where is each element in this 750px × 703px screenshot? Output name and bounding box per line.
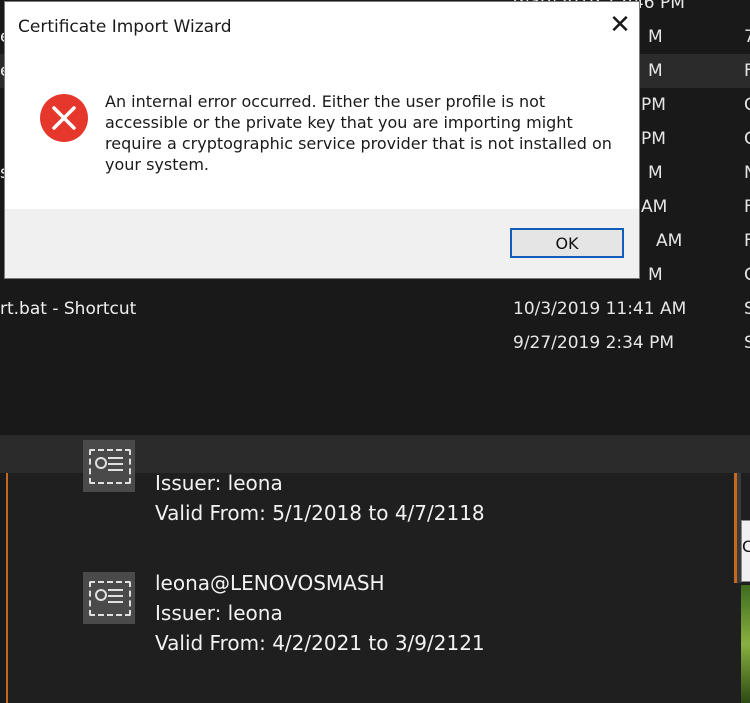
certificate-icon xyxy=(83,572,135,624)
file-date: M xyxy=(648,27,663,47)
window-border xyxy=(0,473,8,703)
certificate-icon xyxy=(83,440,135,492)
error-x-glyph xyxy=(52,106,76,130)
file-date: AM xyxy=(641,197,668,217)
file-date: 9/27/2019 2:34 PM xyxy=(513,333,675,353)
error-message: An internal error occurred. Either the u… xyxy=(105,92,612,174)
ok-button[interactable]: OK xyxy=(510,228,624,258)
certificate-validity: Valid From: 5/1/2018 to 4/7/2118 xyxy=(155,501,485,525)
file-date: PM xyxy=(641,129,666,149)
file-type: F xyxy=(744,231,750,251)
file-date: M xyxy=(648,163,663,183)
file-date: M xyxy=(648,265,663,285)
file-type: S xyxy=(744,299,750,319)
file-type: S xyxy=(744,333,750,353)
file-type: C xyxy=(744,265,750,285)
file-type: C xyxy=(744,129,750,149)
file-name: rt.bat - Shortcut xyxy=(0,299,137,319)
error-icon xyxy=(40,94,88,142)
dialog-footer: OK xyxy=(5,209,639,278)
file-type: F xyxy=(744,197,750,217)
background-window-text: C xyxy=(742,537,750,556)
file-type: 7 xyxy=(744,27,750,47)
certificate-issuer: Issuer: leona xyxy=(155,471,283,495)
close-icon[interactable]: ✕ xyxy=(605,12,635,42)
file-row[interactable]: 9/27/2019 2:34 PM S xyxy=(0,326,750,360)
file-date: PM xyxy=(641,95,666,115)
file-type: N xyxy=(744,163,750,183)
file-type: C xyxy=(744,95,750,115)
certificate-issuer: Issuer: leona xyxy=(155,601,283,625)
error-dialog: Certificate Import Wizard ✕ An internal … xyxy=(5,2,639,278)
file-type: F xyxy=(744,61,750,81)
dialog-title: Certificate Import Wizard xyxy=(18,17,232,37)
certificate-name: leona@LENOVOSMASH xyxy=(155,571,385,595)
background-image xyxy=(741,585,750,703)
file-row[interactable]: rt.bat - Shortcut 10/3/2019 11:41 AM S xyxy=(0,292,750,326)
file-date: 10/3/2019 11:41 AM xyxy=(513,299,687,319)
file-date: AM xyxy=(656,231,683,251)
file-date: M xyxy=(648,61,663,81)
certificate-validity: Valid From: 4/2/2021 to 3/9/2121 xyxy=(155,631,485,655)
